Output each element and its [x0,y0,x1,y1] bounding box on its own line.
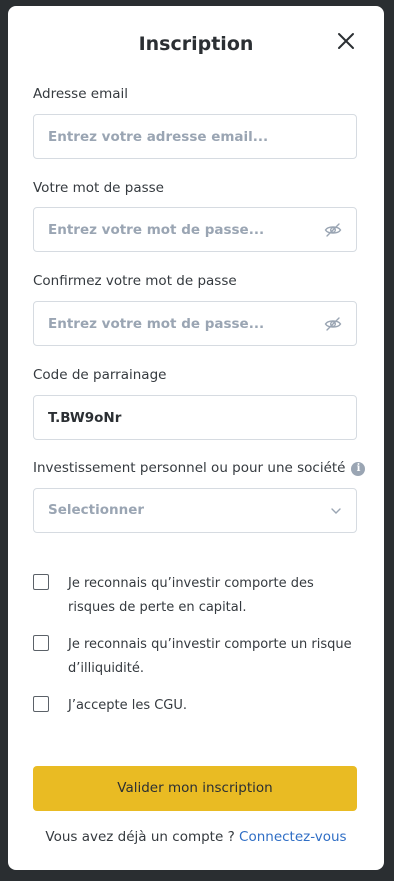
email-field-box [33,114,357,159]
password-label: Votre mot de passe [33,180,164,196]
info-icon[interactable]: i [351,462,366,476]
eye-off-icon[interactable] [324,315,342,333]
chevron-down-icon [331,508,341,514]
close-icon [338,33,354,49]
cgu-checkbox[interactable] [33,696,49,712]
login-prompt: Vous avez déjà un compte ? Connectez-vou… [8,829,384,845]
submit-button[interactable]: Valider mon inscription [33,766,357,811]
close-button[interactable] [336,31,356,51]
eye-off-icon[interactable] [324,221,342,239]
email-label: Adresse email [33,86,129,102]
confirm-password-field-box [33,301,357,346]
confirm-password-label: Confirmez votre mot de passe [33,273,237,289]
password-field-box [33,207,357,252]
password-field[interactable] [48,208,308,251]
login-link[interactable]: Connectez-vous [239,829,347,845]
investment-select-value: Selectionner [48,502,145,518]
confirm-password-field[interactable] [48,302,308,345]
illiquidity-label: Je reconnais qu’investir comporte un ris… [68,637,352,676]
risk-capital-label: Je reconnais qu’investir comporte des ri… [68,576,314,615]
illiquidity-checkbox[interactable] [33,635,49,651]
cgu-label: J’accepte les CGU. [68,698,188,713]
investment-label: Investissement personnel ou pour une soc… [33,460,366,476]
risk-capital-checkbox[interactable] [33,574,49,590]
investment-select[interactable]: Selectionner [33,488,357,533]
referral-code-field[interactable] [48,396,308,439]
signup-modal: Inscription Adresse email Votre mot de p… [8,6,384,870]
referral-label: Code de parrainage [33,367,167,383]
referral-field-box [33,395,357,440]
email-field[interactable] [48,115,308,158]
login-prompt-text: Vous avez déjà un compte ? [45,829,235,845]
investment-label-text: Investissement personnel ou pour une soc… [33,460,346,476]
modal-title: Inscription [138,33,254,55]
